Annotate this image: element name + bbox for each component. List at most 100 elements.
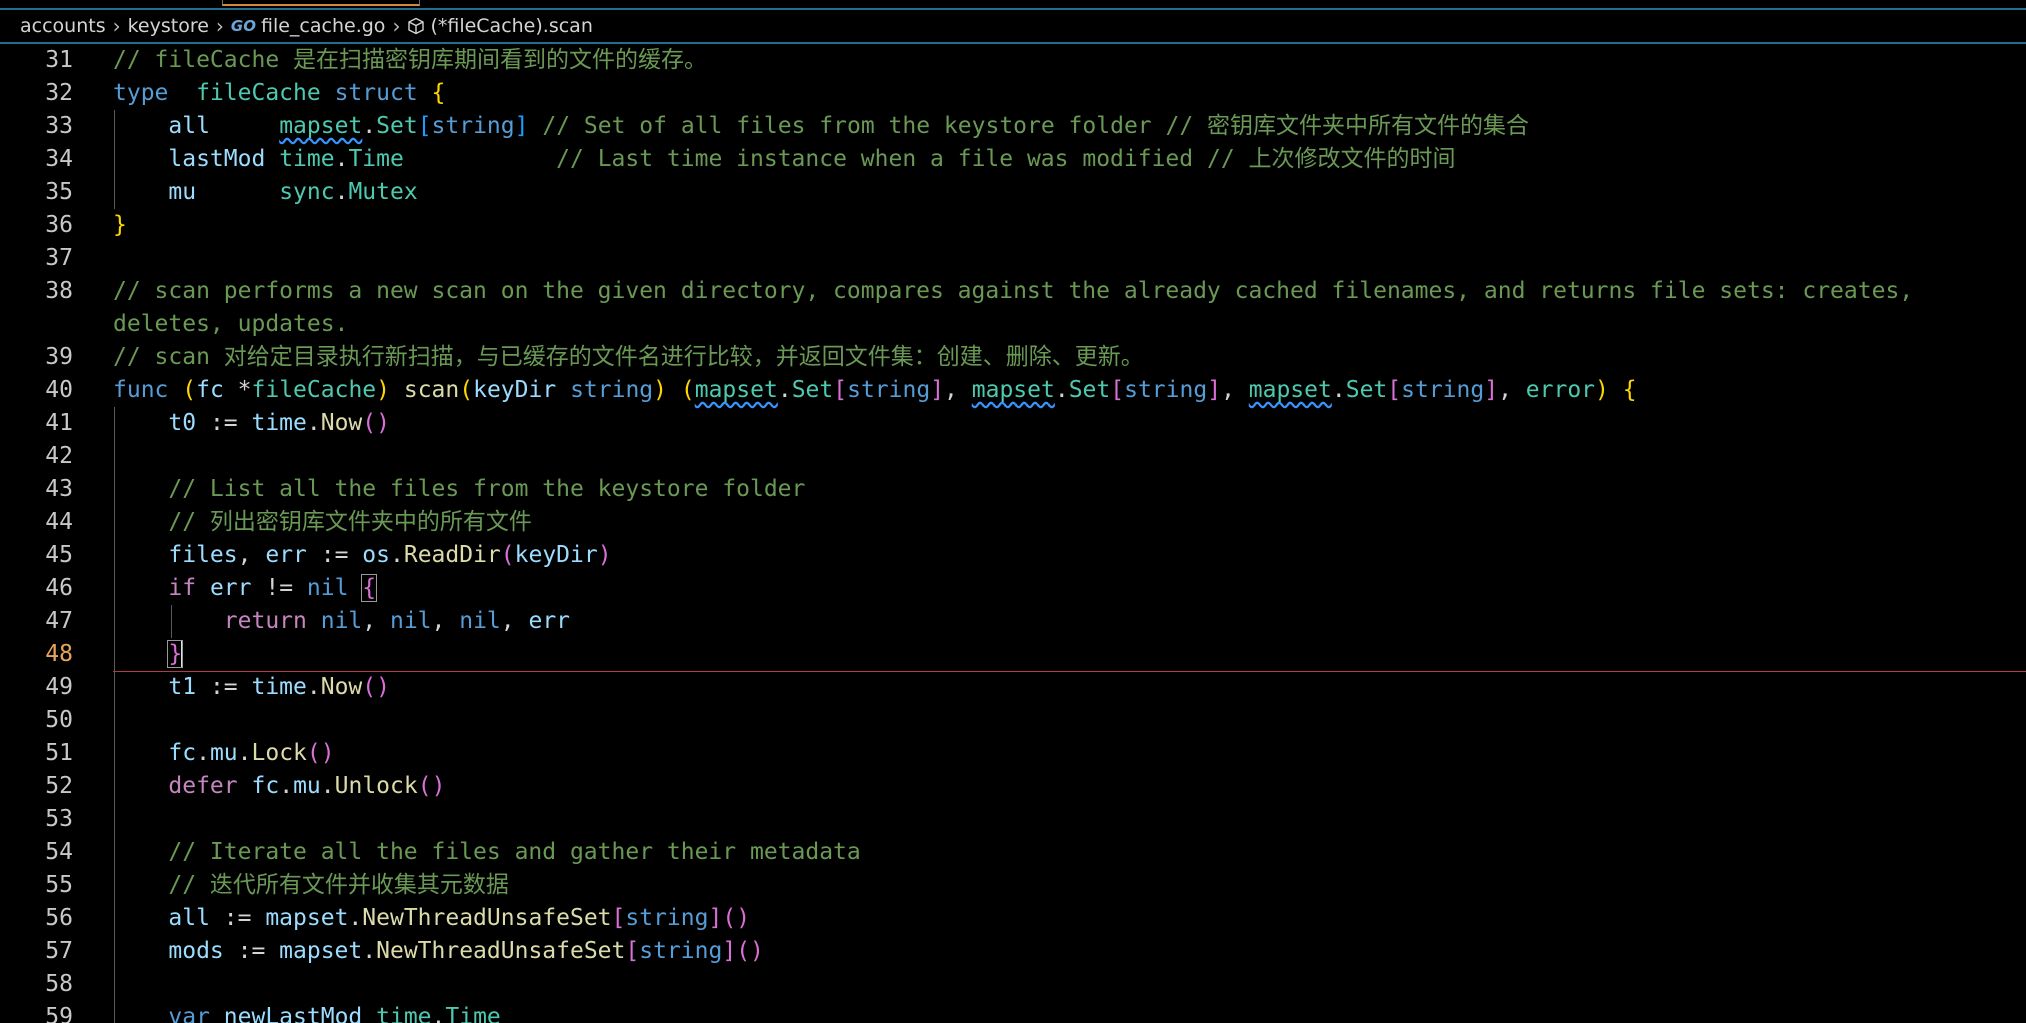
code-token: // Iterate all the files and gather thei… bbox=[168, 839, 861, 865]
code-line[interactable]: 32 type fileCache struct { bbox=[0, 77, 2026, 110]
code-token: [ bbox=[417, 113, 432, 139]
code-text: var newLastMod time.Time bbox=[113, 1001, 2006, 1023]
code-token: . bbox=[334, 146, 349, 172]
line-number: 55 bbox=[45, 872, 73, 898]
code-token: fc bbox=[168, 740, 197, 766]
code-token: () bbox=[306, 740, 335, 766]
code-line[interactable]: 46 if err != nil { bbox=[0, 572, 2026, 605]
code-line[interactable]: 38 // scan performs a new scan on the giv… bbox=[0, 275, 2026, 341]
code-token: ] bbox=[708, 905, 723, 931]
code-token: time bbox=[279, 146, 335, 172]
code-line[interactable]: 36} bbox=[0, 209, 2026, 242]
code-text: // 迭代所有文件并收集其元数据 bbox=[113, 869, 2006, 902]
code-token: ] bbox=[514, 113, 529, 139]
code-token: // 迭代所有文件并收集其元数据 bbox=[168, 872, 509, 898]
code-line[interactable]: 41 t0 := time.Now() bbox=[0, 407, 2026, 440]
line-number: 44 bbox=[45, 509, 73, 535]
code-token: [ bbox=[833, 377, 848, 403]
method-cube-icon bbox=[407, 17, 425, 35]
code-line[interactable]: 50 bbox=[0, 704, 2026, 737]
breadcrumb-file[interactable]: file_cache.go bbox=[261, 15, 385, 37]
code-token: time bbox=[251, 410, 307, 436]
code-token: err bbox=[265, 542, 307, 568]
code-line[interactable]: 37 bbox=[0, 242, 2026, 275]
breadcrumb-folder-accounts[interactable]: accounts bbox=[20, 15, 106, 37]
code-token: . bbox=[777, 377, 792, 403]
code-line[interactable]: 56 all := mapset.NewThreadUnsafeSet[stri… bbox=[0, 902, 2026, 935]
code-line[interactable]: 54 // Iterate all the files and gather t… bbox=[0, 836, 2026, 869]
code-token: mods bbox=[168, 938, 224, 964]
line-number: 42 bbox=[45, 443, 73, 469]
code-token: . bbox=[389, 542, 404, 568]
code-token: ( bbox=[680, 377, 695, 403]
code-token: all bbox=[168, 905, 210, 931]
code-token: mapset bbox=[694, 377, 778, 403]
code-token: files bbox=[168, 542, 238, 568]
code-line[interactable]: 42 bbox=[0, 440, 2026, 473]
code-token: , bbox=[431, 608, 460, 634]
code-line[interactable]: 31 // fileCache 是在扫描密钥库期间看到的文件的缓存。 bbox=[0, 44, 2026, 77]
breadcrumb-symbol[interactable]: (*fileCache).scan bbox=[430, 15, 592, 37]
code-token: . bbox=[306, 410, 321, 436]
code-token: mapset bbox=[279, 938, 363, 964]
code-token: fc bbox=[196, 377, 224, 403]
code-token: ] bbox=[722, 938, 737, 964]
code-editor[interactable]: 31 // fileCache 是在扫描密钥库期间看到的文件的缓存。 32 type … bbox=[0, 44, 2026, 1023]
code-line[interactable]: 59 var newLastMod time.Time bbox=[0, 1001, 2026, 1023]
code-token: Set bbox=[376, 113, 418, 139]
code-text: } bbox=[113, 209, 2006, 242]
code-token: , bbox=[500, 608, 529, 634]
code-line[interactable]: 51 fc.mu.Lock() bbox=[0, 737, 2026, 770]
code-token: mapset bbox=[971, 377, 1055, 403]
code-token: ReadDir bbox=[403, 542, 501, 568]
code-token: () bbox=[722, 905, 751, 931]
tab-strip bbox=[0, 0, 2026, 10]
code-token: * bbox=[223, 377, 252, 403]
code-token: err bbox=[209, 575, 252, 601]
code-line[interactable]: 40 func (fc *fileCache) scan(keyDir strin… bbox=[0, 374, 2026, 407]
code-line[interactable]: 44 // 列出密钥库文件夹中的所有文件 bbox=[0, 506, 2026, 539]
code-token: t0 bbox=[168, 410, 197, 436]
code-token: fileCache bbox=[196, 80, 321, 106]
code-token: { bbox=[1622, 377, 1637, 403]
code-line[interactable]: 49 t1 := time.Now() bbox=[0, 671, 2026, 704]
line-number: 37 bbox=[45, 245, 73, 271]
code-line[interactable]: 35 mu sync.Mutex bbox=[0, 176, 2026, 209]
code-line[interactable]: 58 bbox=[0, 968, 2026, 1001]
code-line[interactable]: 55 // 迭代所有文件并收集其元数据 bbox=[0, 869, 2026, 902]
code-line[interactable]: 47 return nil, nil, nil, err bbox=[0, 605, 2026, 638]
code-line[interactable]: 52 defer fc.mu.Unlock() bbox=[0, 770, 2026, 803]
code-line[interactable]: 34 lastMod time.Time // Last time instan… bbox=[0, 143, 2026, 176]
code-token: Lock bbox=[251, 740, 307, 766]
code-token: all bbox=[168, 113, 210, 139]
code-line[interactable]: 43 // List all the files from the keysto… bbox=[0, 473, 2026, 506]
code-token: // 列出密钥库文件夹中的所有文件 bbox=[168, 509, 532, 535]
chevron-right-icon: › bbox=[215, 14, 224, 38]
code-token: defer bbox=[168, 773, 238, 799]
code-line[interactable]: 48 } bbox=[0, 638, 2026, 672]
code-token: . bbox=[237, 740, 252, 766]
code-line[interactable]: 45 files, err := os.ReadDir(keyDir) bbox=[0, 539, 2026, 572]
active-tab-edge[interactable] bbox=[222, 0, 420, 6]
code-line[interactable]: 53 bbox=[0, 803, 2026, 836]
code-token: fileCache bbox=[251, 377, 377, 403]
code-line[interactable]: 39 // scan 对给定目录执行新扫描，与已缓存的文件名进行比较，并返回文件集… bbox=[0, 341, 2026, 374]
code-token: ] bbox=[930, 377, 945, 403]
code-token: scan bbox=[403, 377, 460, 403]
code-line[interactable]: 33 all mapset.Set[string] // Set of all … bbox=[0, 110, 2026, 143]
code-line[interactable]: 57 mods := mapset.NewThreadUnsafeSet[str… bbox=[0, 935, 2026, 968]
line-number: 32 bbox=[45, 80, 73, 106]
line-number: 38 bbox=[45, 278, 73, 304]
breadcrumb-folder-keystore[interactable]: keystore bbox=[128, 15, 209, 37]
code-token: Set bbox=[791, 377, 834, 403]
code-token: time bbox=[376, 1004, 432, 1023]
code-text: func (fc *fileCache) scan(keyDir string)… bbox=[113, 374, 2006, 407]
code-token: lastMod bbox=[168, 146, 266, 172]
code-token: . bbox=[334, 179, 349, 205]
